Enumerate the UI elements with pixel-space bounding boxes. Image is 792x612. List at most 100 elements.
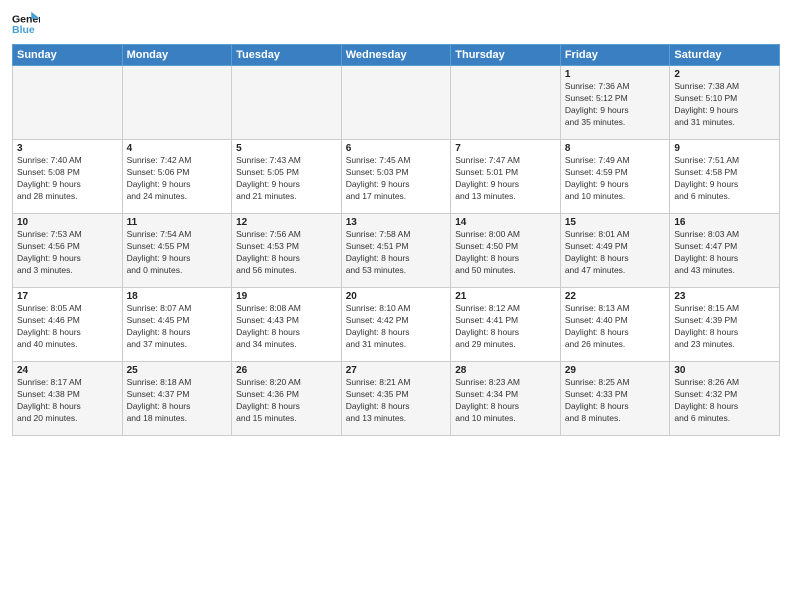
day-info: Sunrise: 8:12 AM Sunset: 4:41 PM Dayligh… <box>455 303 556 351</box>
day-info: Sunrise: 8:15 AM Sunset: 4:39 PM Dayligh… <box>674 303 775 351</box>
day-number: 29 <box>565 365 666 376</box>
day-cell: 8Sunrise: 7:49 AM Sunset: 4:59 PM Daylig… <box>560 140 670 214</box>
day-info: Sunrise: 8:25 AM Sunset: 4:33 PM Dayligh… <box>565 377 666 425</box>
day-cell: 2Sunrise: 7:38 AM Sunset: 5:10 PM Daylig… <box>670 66 780 140</box>
day-cell: 23Sunrise: 8:15 AM Sunset: 4:39 PM Dayli… <box>670 288 780 362</box>
day-number: 22 <box>565 291 666 302</box>
day-info: Sunrise: 8:23 AM Sunset: 4:34 PM Dayligh… <box>455 377 556 425</box>
day-cell: 28Sunrise: 8:23 AM Sunset: 4:34 PM Dayli… <box>451 362 561 436</box>
week-row-2: 10Sunrise: 7:53 AM Sunset: 4:56 PM Dayli… <box>13 214 780 288</box>
day-number: 10 <box>17 217 118 228</box>
day-info: Sunrise: 7:38 AM Sunset: 5:10 PM Dayligh… <box>674 81 775 129</box>
day-header-tuesday: Tuesday <box>232 45 342 66</box>
day-number: 19 <box>236 291 337 302</box>
day-number: 20 <box>346 291 447 302</box>
day-cell: 9Sunrise: 7:51 AM Sunset: 4:58 PM Daylig… <box>670 140 780 214</box>
day-header-monday: Monday <box>122 45 232 66</box>
day-info: Sunrise: 7:45 AM Sunset: 5:03 PM Dayligh… <box>346 155 447 203</box>
calendar-table: SundayMondayTuesdayWednesdayThursdayFrid… <box>12 44 780 436</box>
day-info: Sunrise: 8:26 AM Sunset: 4:32 PM Dayligh… <box>674 377 775 425</box>
day-cell <box>451 66 561 140</box>
day-info: Sunrise: 7:53 AM Sunset: 4:56 PM Dayligh… <box>17 229 118 277</box>
day-cell: 18Sunrise: 8:07 AM Sunset: 4:45 PM Dayli… <box>122 288 232 362</box>
day-cell: 27Sunrise: 8:21 AM Sunset: 4:35 PM Dayli… <box>341 362 451 436</box>
day-number: 3 <box>17 143 118 154</box>
day-cell: 3Sunrise: 7:40 AM Sunset: 5:08 PM Daylig… <box>13 140 123 214</box>
day-number: 30 <box>674 365 775 376</box>
day-number: 14 <box>455 217 556 228</box>
day-info: Sunrise: 8:13 AM Sunset: 4:40 PM Dayligh… <box>565 303 666 351</box>
day-number: 11 <box>127 217 228 228</box>
day-cell: 24Sunrise: 8:17 AM Sunset: 4:38 PM Dayli… <box>13 362 123 436</box>
day-cell <box>122 66 232 140</box>
day-cell: 30Sunrise: 8:26 AM Sunset: 4:32 PM Dayli… <box>670 362 780 436</box>
day-number: 8 <box>565 143 666 154</box>
day-number: 17 <box>17 291 118 302</box>
page: General Blue SundayMondayTuesdayWednesda… <box>0 0 792 612</box>
day-header-wednesday: Wednesday <box>341 45 451 66</box>
day-info: Sunrise: 8:10 AM Sunset: 4:42 PM Dayligh… <box>346 303 447 351</box>
day-number: 12 <box>236 217 337 228</box>
logo-icon: General Blue <box>12 10 40 38</box>
day-cell: 16Sunrise: 8:03 AM Sunset: 4:47 PM Dayli… <box>670 214 780 288</box>
day-info: Sunrise: 7:58 AM Sunset: 4:51 PM Dayligh… <box>346 229 447 277</box>
day-info: Sunrise: 8:00 AM Sunset: 4:50 PM Dayligh… <box>455 229 556 277</box>
day-info: Sunrise: 7:54 AM Sunset: 4:55 PM Dayligh… <box>127 229 228 277</box>
day-number: 2 <box>674 69 775 80</box>
day-cell <box>341 66 451 140</box>
day-cell: 25Sunrise: 8:18 AM Sunset: 4:37 PM Dayli… <box>122 362 232 436</box>
day-header-thursday: Thursday <box>451 45 561 66</box>
day-number: 5 <box>236 143 337 154</box>
week-row-1: 3Sunrise: 7:40 AM Sunset: 5:08 PM Daylig… <box>13 140 780 214</box>
day-info: Sunrise: 7:42 AM Sunset: 5:06 PM Dayligh… <box>127 155 228 203</box>
day-cell: 21Sunrise: 8:12 AM Sunset: 4:41 PM Dayli… <box>451 288 561 362</box>
week-row-3: 17Sunrise: 8:05 AM Sunset: 4:46 PM Dayli… <box>13 288 780 362</box>
day-number: 1 <box>565 69 666 80</box>
day-header-saturday: Saturday <box>670 45 780 66</box>
header-row: SundayMondayTuesdayWednesdayThursdayFrid… <box>13 45 780 66</box>
day-cell <box>13 66 123 140</box>
day-number: 15 <box>565 217 666 228</box>
day-info: Sunrise: 8:21 AM Sunset: 4:35 PM Dayligh… <box>346 377 447 425</box>
day-info: Sunrise: 8:05 AM Sunset: 4:46 PM Dayligh… <box>17 303 118 351</box>
header: General Blue <box>12 10 780 38</box>
day-number: 28 <box>455 365 556 376</box>
day-cell: 22Sunrise: 8:13 AM Sunset: 4:40 PM Dayli… <box>560 288 670 362</box>
day-cell: 20Sunrise: 8:10 AM Sunset: 4:42 PM Dayli… <box>341 288 451 362</box>
day-number: 21 <box>455 291 556 302</box>
day-info: Sunrise: 7:36 AM Sunset: 5:12 PM Dayligh… <box>565 81 666 129</box>
day-number: 24 <box>17 365 118 376</box>
day-info: Sunrise: 7:49 AM Sunset: 4:59 PM Dayligh… <box>565 155 666 203</box>
day-info: Sunrise: 8:08 AM Sunset: 4:43 PM Dayligh… <box>236 303 337 351</box>
day-cell: 1Sunrise: 7:36 AM Sunset: 5:12 PM Daylig… <box>560 66 670 140</box>
day-header-sunday: Sunday <box>13 45 123 66</box>
day-info: Sunrise: 8:20 AM Sunset: 4:36 PM Dayligh… <box>236 377 337 425</box>
day-header-friday: Friday <box>560 45 670 66</box>
day-number: 4 <box>127 143 228 154</box>
day-cell: 7Sunrise: 7:47 AM Sunset: 5:01 PM Daylig… <box>451 140 561 214</box>
day-info: Sunrise: 8:01 AM Sunset: 4:49 PM Dayligh… <box>565 229 666 277</box>
day-info: Sunrise: 8:07 AM Sunset: 4:45 PM Dayligh… <box>127 303 228 351</box>
day-cell: 4Sunrise: 7:42 AM Sunset: 5:06 PM Daylig… <box>122 140 232 214</box>
day-info: Sunrise: 8:17 AM Sunset: 4:38 PM Dayligh… <box>17 377 118 425</box>
week-row-4: 24Sunrise: 8:17 AM Sunset: 4:38 PM Dayli… <box>13 362 780 436</box>
day-cell <box>232 66 342 140</box>
week-row-0: 1Sunrise: 7:36 AM Sunset: 5:12 PM Daylig… <box>13 66 780 140</box>
day-number: 6 <box>346 143 447 154</box>
day-cell: 13Sunrise: 7:58 AM Sunset: 4:51 PM Dayli… <box>341 214 451 288</box>
day-cell: 10Sunrise: 7:53 AM Sunset: 4:56 PM Dayli… <box>13 214 123 288</box>
day-number: 16 <box>674 217 775 228</box>
day-info: Sunrise: 7:47 AM Sunset: 5:01 PM Dayligh… <box>455 155 556 203</box>
day-info: Sunrise: 7:43 AM Sunset: 5:05 PM Dayligh… <box>236 155 337 203</box>
day-info: Sunrise: 8:03 AM Sunset: 4:47 PM Dayligh… <box>674 229 775 277</box>
day-cell: 5Sunrise: 7:43 AM Sunset: 5:05 PM Daylig… <box>232 140 342 214</box>
day-cell: 15Sunrise: 8:01 AM Sunset: 4:49 PM Dayli… <box>560 214 670 288</box>
day-cell: 11Sunrise: 7:54 AM Sunset: 4:55 PM Dayli… <box>122 214 232 288</box>
day-number: 7 <box>455 143 556 154</box>
day-cell: 29Sunrise: 8:25 AM Sunset: 4:33 PM Dayli… <box>560 362 670 436</box>
day-number: 23 <box>674 291 775 302</box>
day-cell: 14Sunrise: 8:00 AM Sunset: 4:50 PM Dayli… <box>451 214 561 288</box>
day-info: Sunrise: 7:56 AM Sunset: 4:53 PM Dayligh… <box>236 229 337 277</box>
day-number: 27 <box>346 365 447 376</box>
day-number: 18 <box>127 291 228 302</box>
